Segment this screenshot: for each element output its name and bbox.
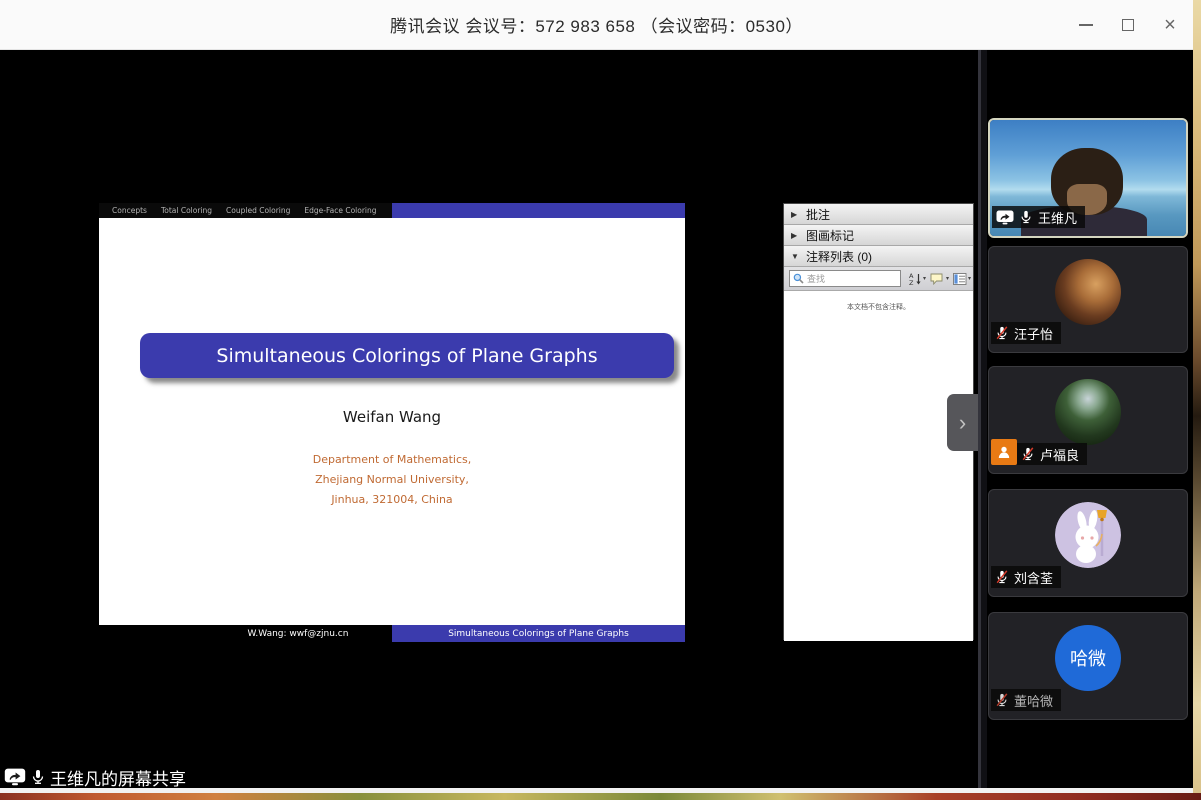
screen-share-icon — [4, 768, 26, 786]
mic-muted-icon — [995, 325, 1009, 341]
participant-name-bar: 汪子怡 — [991, 322, 1061, 344]
meeting-window: 腾讯会议 会议号：572 983 658 （会议密码：0530） × Conce… — [0, 0, 1193, 793]
desktop-wallpaper-strip-right — [1193, 0, 1201, 800]
participant-avatar — [1055, 379, 1121, 445]
shared-slide: Concepts Total Coloring Coupled Coloring… — [99, 203, 685, 642]
screen-share-icon — [996, 210, 1014, 225]
slide-footer: W.Wang: wwf@zjnu.cn Simultaneous Colorin… — [99, 625, 685, 642]
participant-tile-wangweifan[interactable]: 王维凡 — [988, 118, 1188, 238]
panel-divider — [978, 50, 987, 788]
participant-avatar: 哈微 — [1055, 625, 1121, 691]
meeting-title: 腾讯会议 会议号：572 983 658 （会议密码：0530） — [390, 12, 803, 37]
participant-name: 汪子怡 — [1014, 324, 1053, 343]
participant-tile-donghawei[interactable]: 哈微 董哈微 — [988, 612, 1188, 720]
affiliation-line: Jinhua, 321004, China — [99, 490, 685, 510]
mic-on-icon — [1019, 209, 1033, 225]
affiliation-line: Department of Mathematics, — [99, 450, 685, 470]
annotation-list-area: 本文档不包含注释。 — [784, 291, 973, 641]
chevron-right-icon: › — [959, 412, 966, 434]
expanded-arrow-icon: ▼ — [791, 252, 800, 261]
window-titlebar[interactable]: 腾讯会议 会议号：572 983 658 （会议密码：0530） × — [0, 0, 1193, 50]
slide-nav-coupled-coloring: Coupled Coloring — [226, 206, 290, 215]
dropdown-arrow-icon: ▾ — [923, 275, 926, 282]
annotation-section-comment-list[interactable]: ▼ 注释列表 (0) — [784, 246, 973, 267]
meeting-app-screen: 腾讯会议 会议号：572 983 658 （会议密码：0530） × Conce… — [0, 0, 1201, 800]
participant-avatar — [1055, 259, 1121, 325]
participant-tile-liuhanquan[interactable]: 刘含荃 — [988, 489, 1188, 597]
participant-name: 董哈微 — [1014, 691, 1053, 710]
slide-title-box: Simultaneous Colorings of Plane Graphs — [140, 333, 674, 378]
search-input[interactable] — [807, 274, 897, 284]
list-options-icon — [953, 273, 967, 285]
slide-nav-accent-bar — [392, 203, 685, 218]
mic-on-icon — [30, 767, 46, 787]
participant-name: 卢福良 — [1040, 445, 1079, 464]
annotation-section-comments[interactable]: ▶ 批注 — [784, 204, 973, 225]
close-icon: × — [1164, 19, 1176, 31]
window-controls: × — [1077, 0, 1179, 50]
comment-list-options-button[interactable]: ▾ — [953, 273, 971, 285]
mic-muted-icon — [995, 569, 1009, 585]
sort-comments-button[interactable]: A Z ▾ — [909, 272, 926, 286]
slide-title: Simultaneous Colorings of Plane Graphs — [216, 345, 597, 367]
slide-footer-title: Simultaneous Colorings of Plane Graphs — [392, 625, 685, 642]
slide-nav-edge-face-coloring: Edge-Face Coloring — [304, 206, 376, 215]
participant-name-bar: 王维凡 — [992, 206, 1085, 228]
minimize-icon — [1079, 24, 1093, 26]
participant-name-bar: 刘含荃 — [991, 566, 1061, 588]
mic-muted-icon — [995, 692, 1009, 708]
slide-nav-concepts: Concepts — [112, 206, 147, 215]
screen-share-banner: 王维凡的屏幕共享 — [4, 765, 186, 789]
mic-muted-icon — [1021, 446, 1035, 462]
slide-footer-author-email: W.Wang: wwf@zjnu.cn — [99, 625, 392, 642]
pdf-annotation-panel: ▶ 批注 ▶ 图画标记 ▼ 注释列表 (0) — [783, 203, 974, 640]
participant-name: 刘含荃 — [1014, 568, 1053, 587]
participant-name-bar: 卢福良 — [991, 439, 1087, 465]
slide-affiliation: Department of Mathematics, Zhejiang Norm… — [99, 450, 685, 510]
sort-az-icon: A Z — [909, 272, 922, 286]
slide-nav-total-coloring: Total Coloring — [161, 206, 212, 215]
annotation-search-box[interactable] — [789, 270, 901, 287]
participant-avatar — [1055, 502, 1121, 568]
collapsed-arrow-icon: ▶ — [791, 231, 800, 240]
slide-body: Simultaneous Colorings of Plane Graphs W… — [99, 218, 685, 625]
affiliation-line: Zhejiang Normal University, — [99, 470, 685, 490]
meeting-content-area: Concepts Total Coloring Coupled Coloring… — [0, 50, 1193, 788]
slide-author: Weifan Wang — [99, 408, 685, 426]
participant-sidebar: 王维凡 — [988, 50, 1188, 788]
sidebar-collapse-handle[interactable]: › — [947, 394, 978, 451]
no-comments-message: 本文档不包含注释。 — [847, 304, 910, 311]
person-icon — [997, 445, 1011, 459]
comment-bubble-icon — [930, 273, 945, 285]
participant-tile-wangziyi[interactable]: 汪子怡 — [988, 246, 1188, 353]
desktop-wallpaper-strip-bottom — [0, 793, 1201, 800]
participant-tile-lufuliang[interactable]: 卢福良 — [988, 366, 1188, 474]
annotation-toolbar: A Z ▾ ▾ — [784, 267, 973, 291]
dropdown-arrow-icon: ▾ — [946, 275, 949, 282]
minimize-button[interactable] — [1077, 16, 1095, 34]
maximize-icon — [1122, 19, 1134, 31]
participant-name: 王维凡 — [1038, 208, 1077, 227]
collapsed-arrow-icon: ▶ — [791, 210, 800, 219]
search-icon — [793, 273, 804, 284]
slide-section-nav: Concepts Total Coloring Coupled Coloring… — [99, 203, 685, 218]
participant-name-bar: 董哈微 — [991, 689, 1061, 711]
annotation-section-drawing-markups[interactable]: ▶ 图画标记 — [784, 225, 973, 246]
rabbit-avatar-icon — [1055, 502, 1121, 568]
host-badge — [991, 439, 1017, 465]
filter-comments-button[interactable]: ▾ — [930, 273, 949, 285]
svg-text:Z: Z — [909, 279, 914, 286]
close-button[interactable]: × — [1161, 16, 1179, 34]
avatar-initials-text: 哈微 — [1070, 645, 1106, 671]
dropdown-arrow-icon: ▾ — [968, 275, 971, 282]
share-banner-text: 王维凡的屏幕共享 — [50, 765, 186, 790]
maximize-button[interactable] — [1119, 16, 1137, 34]
